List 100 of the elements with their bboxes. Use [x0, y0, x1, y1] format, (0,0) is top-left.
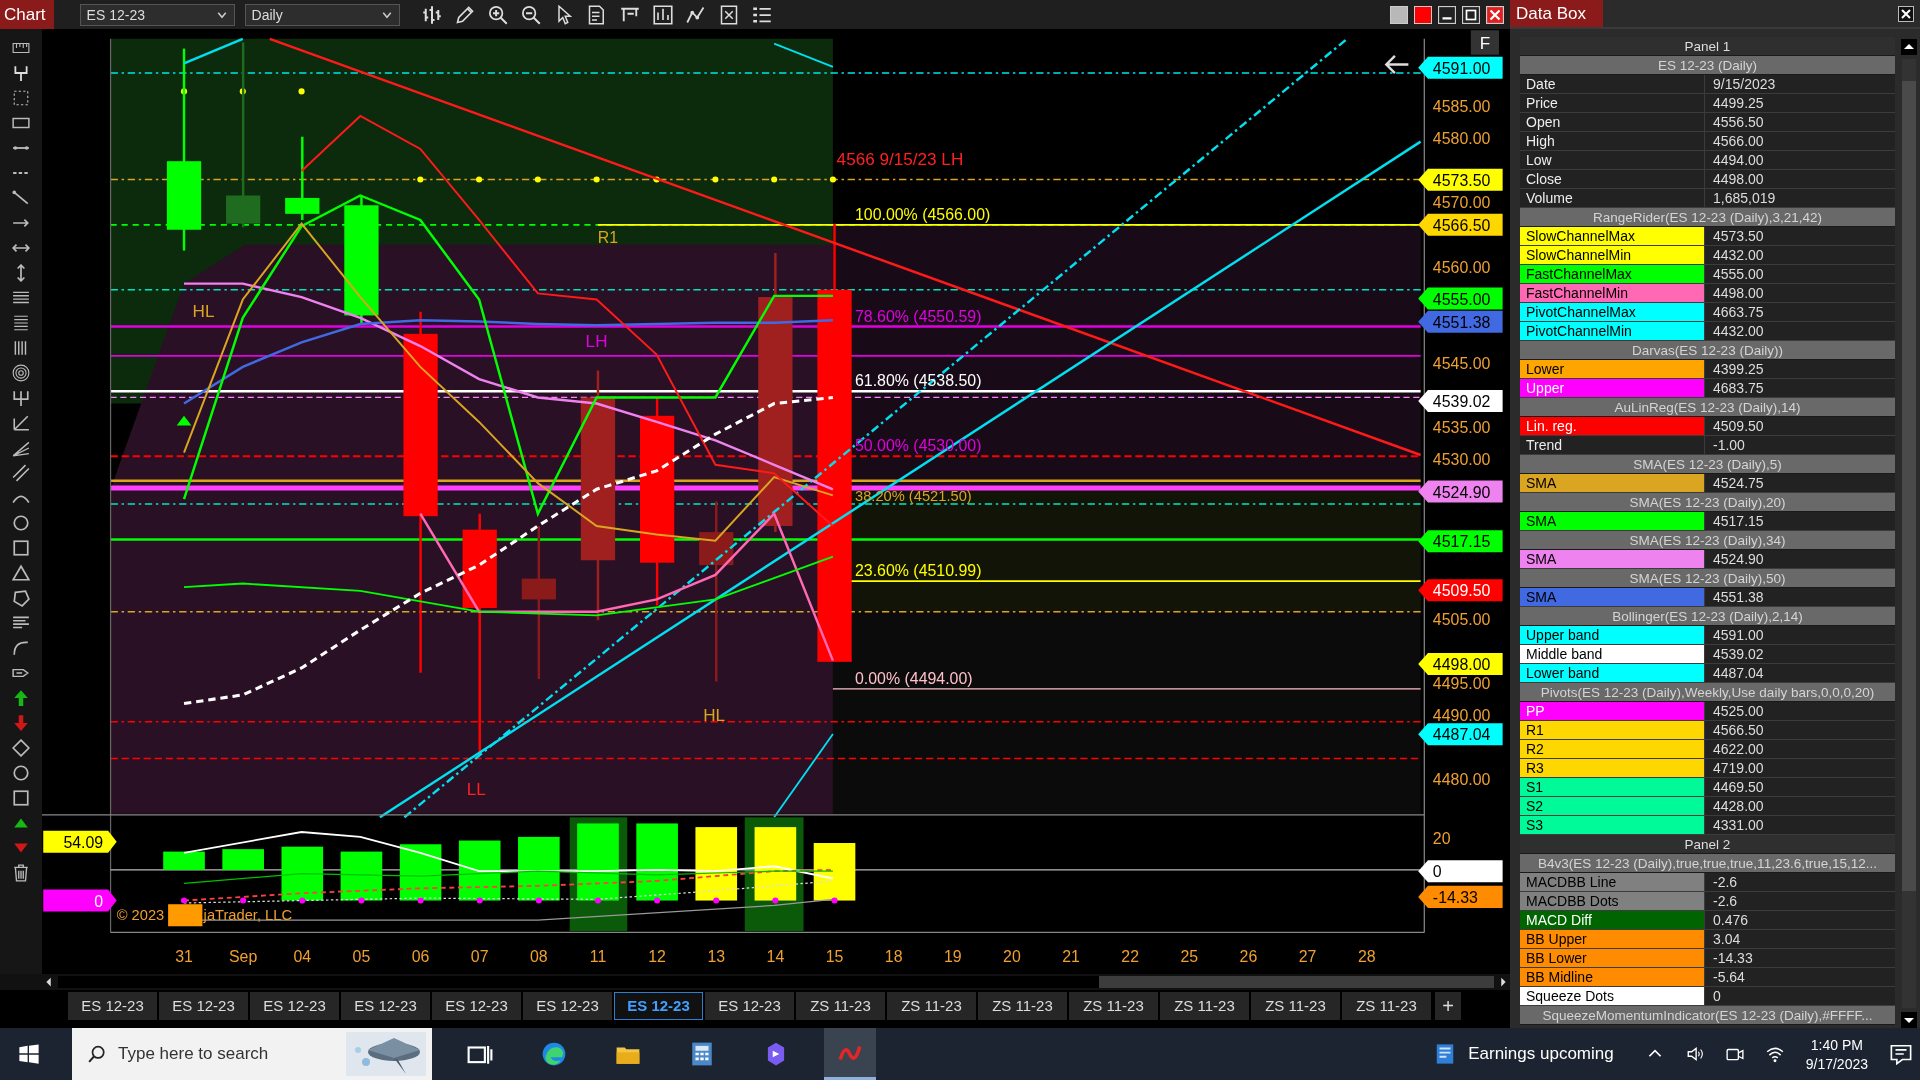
chart-tab[interactable]: ES 12-23 — [250, 992, 339, 1020]
diamond-icon[interactable] — [12, 739, 30, 757]
date-label: 28 — [1357, 947, 1376, 965]
row-label: S1 — [1520, 778, 1705, 796]
scroll-down-icon[interactable] — [1901, 1012, 1917, 1028]
zoom-out-icon[interactable] — [520, 4, 541, 25]
color-swatch[interactable] — [1390, 5, 1408, 24]
histogram-bar — [281, 846, 324, 901]
circle-icon[interactable] — [12, 764, 30, 782]
maximize-icon[interactable] — [1462, 5, 1480, 24]
row-value: 4517.15 — [1712, 512, 1765, 530]
flag-button[interactable]: F — [1470, 30, 1499, 55]
circle-icon[interactable] — [12, 514, 30, 532]
row-label: R1 — [1520, 721, 1705, 739]
chart-tab[interactable]: ZS 11-23 — [1160, 992, 1249, 1020]
row-value: 4524.75 — [1712, 474, 1765, 492]
row-value: 4525.00 — [1712, 702, 1765, 720]
instrument-dropdown[interactable]: ES 12-23 — [79, 3, 235, 26]
row-value: 4556.50 — [1712, 113, 1765, 131]
concentric-circles-icon[interactable] — [12, 364, 30, 382]
date-label: 06 — [411, 947, 430, 965]
boxed-chart-icon[interactable] — [652, 4, 673, 25]
news-widget[interactable]: Earnings upcoming — [1434, 1043, 1614, 1065]
chart-tab[interactable]: ES 12-23 — [705, 992, 794, 1020]
minimize-icon[interactable] — [1438, 5, 1456, 24]
clock-date[interactable]: 9/17/2023 — [1805, 1055, 1868, 1072]
angle-icon[interactable] — [12, 414, 30, 432]
triangle-icon[interactable] — [12, 564, 30, 582]
row-value: 4663.75 — [1712, 303, 1765, 321]
line-chart-icon[interactable] — [685, 4, 706, 25]
row-value: 4622.00 — [1712, 740, 1765, 758]
pitchfork-icon[interactable] — [12, 64, 30, 82]
chart-tab[interactable]: ZS 11-23 — [1251, 992, 1340, 1020]
arc-icon[interactable] — [12, 639, 30, 657]
scroll-up-icon[interactable] — [1901, 39, 1917, 55]
fan-lines-icon[interactable] — [12, 439, 30, 457]
close-icon[interactable] — [1486, 5, 1504, 24]
chart-tab[interactable]: ES 12-23 — [68, 992, 157, 1020]
section-header: Darvas(ES 12-23 (Daily)) — [1520, 341, 1895, 360]
row-value: 4494.00 — [1712, 151, 1765, 169]
row-value: 0.476 — [1712, 911, 1750, 929]
wifi-icon[interactable] — [1765, 1045, 1784, 1063]
windows-start-icon[interactable] — [18, 1043, 40, 1065]
trash-icon[interactable] — [12, 864, 30, 882]
notification-icon[interactable] — [1890, 1043, 1912, 1065]
document-icon[interactable] — [586, 4, 607, 25]
close-icon[interactable] — [1898, 5, 1914, 22]
row-value: -5.64 — [1712, 968, 1746, 986]
section-header: SMA(ES 12-23 (Daily),5) — [1520, 455, 1895, 474]
browser-icon[interactable] — [541, 1041, 567, 1067]
chart-tab[interactable]: ZS 11-23 — [887, 992, 976, 1020]
price-label: 4560.00 — [1432, 258, 1491, 276]
interval-dropdown[interactable]: Daily — [244, 3, 400, 26]
chart-tab[interactable]: ES 12-23 — [432, 992, 521, 1020]
search-icon — [88, 1045, 106, 1063]
speaker-icon[interactable] — [1685, 1045, 1704, 1063]
chart-tab[interactable]: ES 12-23 — [341, 992, 430, 1020]
row-value: 4331.00 — [1712, 816, 1765, 834]
bars-icon[interactable] — [421, 4, 442, 25]
section-header: SqueezeMomentumIndicator(ES 12-23 (Daily),#FFFF... — [1520, 1006, 1895, 1025]
color-swatch[interactable] — [1414, 5, 1432, 24]
stacked-lines-icon[interactable] — [12, 314, 30, 332]
price-label: 4570.00 — [1432, 194, 1491, 212]
chart-tab[interactable]: ZS 11-23 — [1342, 992, 1431, 1020]
scrollbar-thumb[interactable] — [1099, 976, 1494, 988]
diagonal-line-icon[interactable] — [12, 189, 30, 207]
chart-tab[interactable]: ES 12-23 — [523, 992, 612, 1020]
scrollbar-thumb[interactable] — [1902, 81, 1916, 891]
dotted-square-icon[interactable] — [12, 89, 30, 107]
row-label: R3 — [1520, 759, 1705, 777]
parallel-lines-icon[interactable] — [12, 464, 30, 482]
square-icon[interactable] — [12, 539, 30, 557]
price-label: 4490.00 — [1432, 707, 1491, 725]
row-label: BB Upper — [1520, 930, 1705, 948]
price-tag: 4487.04 — [1418, 723, 1503, 746]
row-value: 4566.50 — [1712, 721, 1765, 739]
add-tab-button[interactable]: + — [1435, 992, 1461, 1020]
pencil-icon[interactable] — [454, 4, 475, 25]
up-arrow-icon[interactable] — [12, 689, 30, 707]
calculator-icon[interactable] — [689, 1041, 715, 1067]
row-label: Lower band — [1520, 664, 1705, 682]
row-value: 4399.25 — [1712, 360, 1765, 378]
back-arrow-icon[interactable] — [1384, 54, 1410, 75]
polygon-icon[interactable] — [12, 589, 30, 607]
chart-tab[interactable]: ZS 11-23 — [978, 992, 1067, 1020]
section-header: Bollinger(ES 12-23 (Daily),2,14) — [1520, 607, 1895, 626]
row-label: S2 — [1520, 797, 1705, 815]
chart-tab[interactable]: ZS 11-23 — [796, 992, 885, 1020]
chart-tab[interactable]: ES 12-23 — [614, 992, 703, 1020]
pitchfork-icon[interactable] — [12, 389, 30, 407]
row-label: Squeeze Dots — [1520, 987, 1705, 1005]
square-icon[interactable] — [12, 789, 30, 807]
properties-icon[interactable] — [718, 4, 739, 25]
chart-tab[interactable]: ES 12-23 — [159, 992, 248, 1020]
price-label: 4545.00 — [1432, 354, 1491, 372]
chart-tab[interactable]: ZS 11-23 — [1069, 992, 1158, 1020]
row-label: Lower — [1520, 360, 1705, 378]
clock-time[interactable]: 1:40 PM — [1810, 1036, 1863, 1053]
down-arrow-icon[interactable] — [12, 714, 30, 732]
zoom-in-icon[interactable] — [487, 4, 508, 25]
